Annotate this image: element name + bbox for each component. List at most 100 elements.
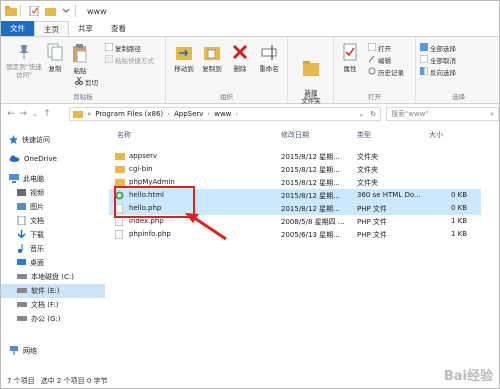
file-type: PHP 文件 [357,231,387,239]
copy-label: 复制 [48,65,62,73]
status-selection: 选中 2 个项目 0 字节 [40,377,108,385]
nav-downloads[interactable]: 下载 [1,228,105,242]
separator [75,5,76,17]
customize-quick-access-icon[interactable] [60,5,72,17]
nav-documents[interactable]: 文档 [1,214,105,228]
new-folder-icon [292,51,330,79]
desktop-icon [17,258,26,269]
new-folder-quick-icon[interactable] [44,5,56,17]
search-icon[interactable]: ⌕ [490,110,494,119]
properties-button[interactable]: 属性 [338,43,362,73]
star-icon [9,134,18,146]
delete-button[interactable]: 删除 [229,43,251,73]
tab-file[interactable]: 文件 [1,21,34,36]
column-name[interactable]: 名称 [117,130,131,140]
file-type: 文件夹 [357,179,378,187]
nav-desktop-label: 桌面 [30,259,44,267]
rename-label: 重命名 [259,65,279,73]
column-type[interactable]: 类型 [357,130,371,140]
php-file-icon [114,216,124,228]
paste-icon [70,43,90,65]
copy-path-button[interactable]: 复制路径 [104,42,141,53]
invert-selection-button[interactable]: 反向选择 [420,66,456,77]
cut-label: 剪切 [85,79,98,87]
open-group: 属性 打开 编辑 历史记录 打开 [334,37,416,103]
file-date: 2008/5/8 星期四 ... [281,218,345,226]
move-to-label: 移动到 [174,65,194,73]
tab-share[interactable]: 共享 [69,21,102,36]
folder-icon [115,152,125,162]
refresh-icon[interactable]: ↻ [370,110,376,118]
nav-pictures[interactable]: 图片 [1,200,105,214]
nav-drive-c[interactable]: 本地磁盘 (C:) [1,270,105,284]
folder-icon [115,165,125,175]
open-button[interactable]: 打开 [367,42,391,53]
nav-quick-access-label: 快速访问 [22,136,50,144]
tab-view[interactable]: 查看 [102,21,135,36]
nav-quick-access[interactable]: 快速访问 [1,133,105,147]
clipboard-group-label: 剪贴板 [73,93,93,101]
nav-videos-label: 视频 [30,189,44,197]
file-date: 2015/8/12 星期... [281,153,340,161]
path-separator: › [207,110,211,118]
path-segment[interactable]: www [214,110,231,118]
rename-button[interactable]: 重命名 [255,43,283,73]
pin-quick-access-button[interactable]: 固定到"快速访问" [5,43,43,79]
properties-quick-icon[interactable] [28,5,40,17]
title-bar: www [1,1,499,21]
copy-icon [45,43,65,63]
watermark: Bai经验 [443,369,493,384]
organize-group-label: 组织 [220,93,233,101]
copy-folder-icon [199,43,225,63]
history-button[interactable]: 历史记录 [368,67,404,77]
file-row-appserv[interactable]: appserv 2015/8/12 星期... 文件夹 [109,150,481,163]
path-segment[interactable]: AppServ [174,110,203,118]
move-folder-icon [171,43,197,63]
tab-home[interactable]: 主页 [34,21,69,36]
nav-drive-f-label: 文档 (F:) [31,301,59,309]
copy-button[interactable]: 复制 [45,43,65,73]
navigation-pane: 快速访问 OneDrive 此电脑 视频 图片 文档 下载 音乐 桌面 本地磁盘… [1,125,105,372]
select-none-button[interactable]: 全部取消 [419,54,456,65]
copy-to-button[interactable]: 复制到 [199,43,225,73]
search-box[interactable]: 搜索"www" ⌕ [386,107,499,121]
nav-videos[interactable]: 视频 [1,186,105,200]
new-group-label: 新建 [304,93,317,101]
column-headers: 名称 修改日期 类型 大小 [109,125,499,143]
back-arrow-icon[interactable]: ← [5,109,17,119]
nav-drive-f[interactable]: 文档 (F:) [1,298,105,312]
nav-network[interactable]: 网络 [1,344,105,358]
column-size[interactable]: 大小 [429,130,443,140]
nav-this-pc[interactable]: 此电脑 [1,172,105,186]
nav-music[interactable]: 音乐 [1,242,105,256]
history-label: 历史记录 [378,69,404,77]
paste-shortcut-button[interactable]: 粘贴快捷方式 [104,54,154,65]
edit-label: 编辑 [378,57,391,65]
column-date[interactable]: 修改日期 [281,130,309,140]
delete-label: 删除 [233,65,247,73]
move-to-button[interactable]: 移动到 [171,43,197,73]
recent-dropdown-icon[interactable]: ⌄ [29,110,41,118]
document-icon [17,215,26,227]
nav-desktop[interactable]: 桌面 [1,256,105,270]
path-overflow[interactable]: « [87,110,91,118]
nav-drive-e[interactable]: 软件 (E:) [1,284,105,298]
file-row-phpinfo-php[interactable]: phpinfo.php 2005/6/13 星期... PHP 文件 1 KB [109,228,481,241]
nav-drive-g[interactable]: 办公 (G:) [1,312,105,326]
file-row-cgi-bin[interactable]: cgi-bin 2015/8/12 星期... 文件夹 [109,163,481,176]
nav-drive-c-label: 本地磁盘 (C:) [31,273,74,281]
up-arrow-icon[interactable]: ↑ [41,109,53,119]
edit-button[interactable]: 编辑 [368,55,391,65]
path-segment[interactable]: Program Files (x86) [95,110,163,118]
file-size: 1 KB [451,230,468,238]
file-type: 文件夹 [357,153,378,161]
file-date: 2015/8/12 星期... [281,179,340,187]
paste-button[interactable]: 粘贴 [70,43,90,75]
address-bar[interactable]: « Program Files (x86) › AppServ › www › … [69,107,381,121]
nav-onedrive[interactable]: OneDrive [1,152,105,166]
select-all-button[interactable]: 全部选择 [420,43,456,53]
forward-arrow-icon[interactable]: → [17,109,29,119]
address-dropdown-icon[interactable]: ⌄ [358,110,364,118]
cut-button[interactable]: 剪切 [75,76,98,87]
scissors-icon [75,76,83,87]
